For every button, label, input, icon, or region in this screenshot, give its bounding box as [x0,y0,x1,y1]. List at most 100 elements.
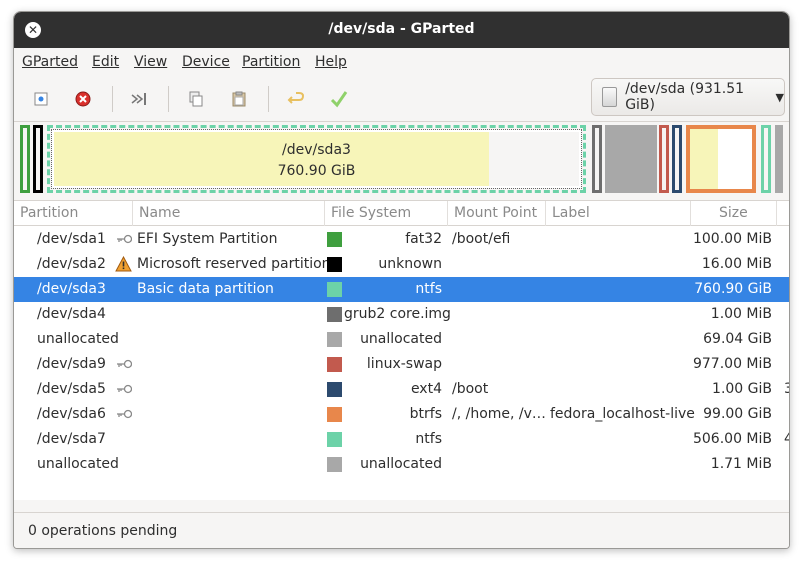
partition-name-cell: EFI System Partition [137,231,278,247]
size-cell: 69.04 GiB [703,331,772,347]
diskbar-segment-sda2[interactable] [33,125,43,193]
size-cell: 1.71 MiB [710,456,772,472]
partition-cell: /dev/sda4 [37,306,106,322]
menu-bar: GParted Edit View Device Partition Help [14,48,789,76]
diskbar-segment-sda3[interactable]: /dev/sda3 760.90 GiB [47,125,586,193]
window-title: /dev/sda - GParted [328,21,475,37]
table-row[interactable]: /dev/sda3 Basic data partition ntfs 760.90 … [14,277,789,302]
partition-name-cell: Basic data partition [137,281,274,297]
menu-partition-label: Partition [242,54,301,70]
diskbar-segment-sda7[interactable] [761,125,771,193]
size-cell: 1.00 GiB [712,381,772,397]
menu-device[interactable]: Device [182,54,230,70]
overflow-column-cell [784,227,789,252]
diskbar-segment-unallocated[interactable] [605,125,657,193]
table-row[interactable]: unallocated unallocated 1.71 MiB [14,452,789,477]
filesystem-cell: grub2 core.img [344,306,451,322]
diskbar-segment-sda1[interactable] [20,125,30,193]
menu-edit[interactable]: Edit [92,54,119,70]
column-header-label[interactable]: Label [546,201,691,226]
warning-icon [115,256,132,272]
diskbar-segment-sda9[interactable] [659,125,669,193]
column-header-partition[interactable]: Partition [14,201,133,226]
partition-name-cell: Microsoft reserved partition [137,256,331,272]
apply-button[interactable] [324,84,354,114]
dropdown-arrow-icon: ▼ [775,90,784,104]
key-icon [117,384,132,394]
diskbar-segment-sda4[interactable] [592,125,602,193]
device-selector[interactable]: /dev/sda (931.51 GiB) ▼ [591,78,785,116]
partition-cell: /dev/sda6 [37,406,106,422]
undo-button[interactable] [281,84,311,114]
resize-move-button[interactable] [124,84,154,114]
partition-cell: unallocated [37,456,119,472]
menu-device-label: Device [182,54,230,70]
size-cell: 1.00 MiB [710,306,772,322]
key-icon [117,359,132,369]
filesystem-color-swatch [327,432,342,447]
table-row[interactable]: /dev/sda9 linux-swap 977.00 MiB [14,352,789,377]
mountpoint-cell: /boot [452,381,489,397]
size-cell: 99.00 GiB [703,406,772,422]
copy-button[interactable] [181,84,211,114]
table-row[interactable]: /dev/sda5 ext4/boot 1.00 GiB 3 [14,377,789,402]
table-row[interactable]: /dev/sda2 Microsoft reserved partition unk… [14,252,789,277]
menu-view[interactable]: View [134,54,167,70]
partition-cell: unallocated [37,331,119,347]
column-header-size[interactable]: Size [691,201,777,226]
diskbar-selected-name: /dev/sda3 [282,142,351,158]
filesystem-color-swatch [327,407,342,422]
title-bar: ✕ /dev/sda - GParted [14,12,789,48]
delete-partition-button[interactable] [68,84,98,114]
filesystem-color-swatch [327,382,342,397]
table-row[interactable]: /dev/sda7 ntfs 506.00 MiB 4 [14,427,789,452]
diskbar-segment-sda6[interactable] [686,125,756,193]
filesystem-cell: unknown [378,256,442,272]
overflow-column-cell [784,252,789,277]
filesystem-cell: ntfs [415,431,442,447]
menu-gparted[interactable]: GParted [22,54,78,70]
overflow-column-cell [784,402,789,427]
filesystem-color-swatch [327,257,342,272]
resize-move-icon [131,93,146,105]
filesystem-color-swatch [327,282,342,297]
menu-help[interactable]: Help [315,54,347,70]
size-cell: 16.00 MiB [701,256,772,272]
partition-cell: /dev/sda3 [37,281,106,297]
column-header-filesystem[interactable]: File System [325,201,448,226]
partition-cell: /dev/sda5 [37,381,106,397]
new-partition-button[interactable] [26,84,56,114]
table-header: Partition Name File System Mount Point L… [14,201,789,226]
column-header-mountpoint[interactable]: Mount Point [448,201,546,226]
table-row[interactable]: unallocated unallocated 69.04 GiB [14,327,789,352]
disk-visual-map: /dev/sda3 760.90 GiB [14,122,789,202]
key-icon [117,234,132,244]
diskbar-segment-sda5[interactable] [672,125,682,193]
partition-cell: /dev/sda1 [37,231,106,247]
menu-help-label: Help [315,54,347,70]
column-header-name[interactable]: Name [133,201,325,226]
gparted-window: ✕ /dev/sda - GParted GParted Edit View D… [13,11,790,549]
overflow-column-cell: 4 [784,427,789,452]
filesystem-cell: unallocated [360,456,442,472]
table-row[interactable]: /dev/sda6 btrfs/, /home, /v… fedora_localh… [14,402,789,427]
delete-icon [75,91,91,107]
diskbar-selected-size: 760.90 GiB [277,163,356,179]
filesystem-cell: btrfs [409,406,442,422]
partition-table: Partition Name File System Mount Point L… [14,200,789,500]
paste-button[interactable] [224,84,254,114]
size-cell: 977.00 MiB [692,356,772,372]
table-row[interactable]: /dev/sda4 grub2 core.img 1.00 MiB [14,302,789,327]
device-selector-label: /dev/sda (931.51 GiB) [625,81,745,113]
diskbar-segment-unallocated-end[interactable] [775,125,783,193]
menu-partition[interactable]: Partition [242,54,300,70]
toolbar-separator [112,86,113,112]
filesystem-color-swatch [327,457,342,472]
paste-icon [232,91,246,107]
partition-cell: /dev/sda9 [37,356,106,372]
filesystem-cell: linux-swap [366,356,442,372]
table-row[interactable]: /dev/sda1 EFI System Partition fat32/boot/… [14,227,789,252]
overflow-column-cell [784,327,789,352]
menu-view-label: View [134,54,168,70]
menu-gparted-label: GParted [22,54,78,70]
